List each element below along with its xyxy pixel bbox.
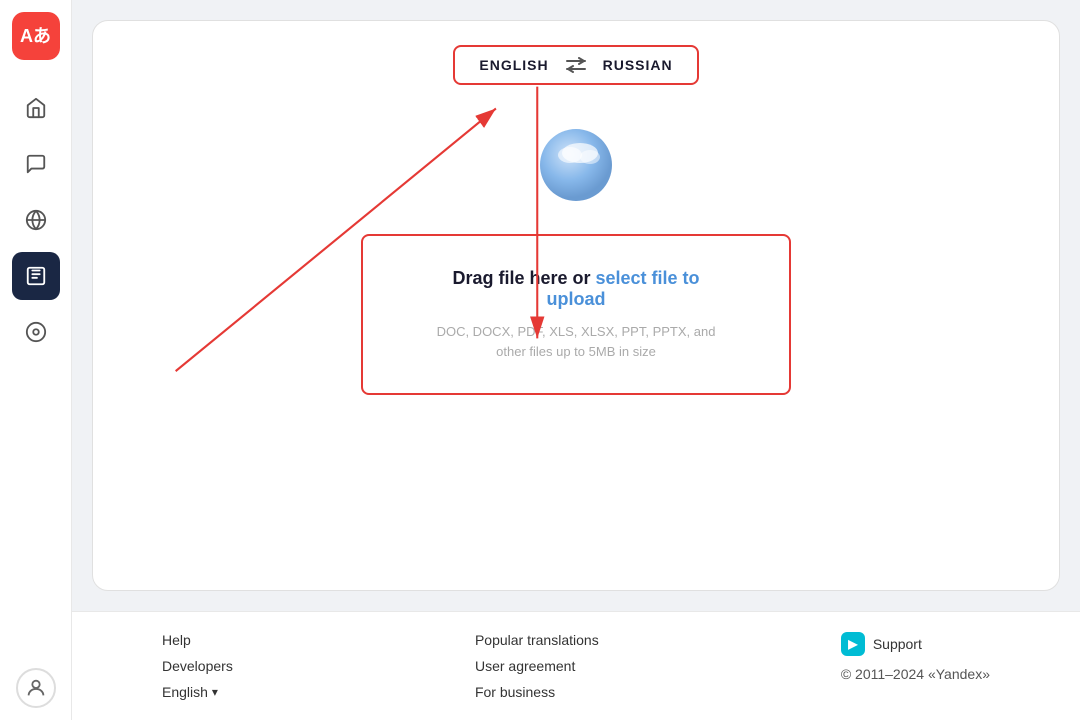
sidebar-bottom [16, 668, 56, 708]
footer-user-agreement-link[interactable]: User agreement [475, 658, 599, 674]
upload-subtitle: DOC, DOCX, PDF, XLS, XLSX, PPT, PPTX, an… [423, 322, 729, 361]
swap-languages-icon[interactable] [565, 57, 587, 73]
sidebar: Aあ [0, 0, 72, 720]
target-language-label: RUSSIAN [603, 57, 673, 73]
file-upload-zone[interactable]: Drag file here or select file to upload … [361, 234, 791, 395]
chat-icon [25, 153, 47, 175]
footer-language-selector[interactable]: English ▾ [162, 684, 233, 700]
footer-col-2: Popular translations User agreement For … [475, 632, 599, 700]
translator-card: ENGLISH RUSSIAN [92, 20, 1060, 591]
home-icon [25, 97, 47, 119]
logo-text: Aあ [20, 27, 51, 45]
sidebar-item-document[interactable] [12, 252, 60, 300]
support-icon: ▶ [841, 632, 865, 656]
main-content: ENGLISH RUSSIAN [72, 0, 1080, 611]
footer-col-3: ▶ Support © 2011–2024 «Yandex» [841, 632, 990, 700]
sidebar-item-chat[interactable] [12, 140, 60, 188]
footer: Help Developers English ▾ Popular transl… [72, 611, 1080, 720]
globe-illustration [536, 125, 616, 210]
footer-col-1: Help Developers English ▾ [162, 632, 233, 700]
language-selector-bar[interactable]: ENGLISH RUSSIAN [453, 45, 698, 85]
footer-copyright: © 2011–2024 «Yandex» [841, 666, 990, 682]
chevron-down-icon: ▾ [212, 685, 218, 699]
user-icon [25, 677, 47, 699]
target-icon [25, 321, 47, 343]
footer-popular-translations-link[interactable]: Popular translations [475, 632, 599, 648]
sidebar-item-target[interactable] [12, 308, 60, 356]
document-icon [25, 265, 47, 287]
app-logo[interactable]: Aあ [12, 12, 60, 60]
globe-icon [25, 209, 47, 231]
footer-for-business-link[interactable]: For business [475, 684, 599, 700]
source-language-label: ENGLISH [479, 57, 548, 73]
upload-main-text: Drag file here or select file to upload [423, 268, 729, 310]
footer-help-link[interactable]: Help [162, 632, 233, 648]
footer-support-link[interactable]: ▶ Support [841, 632, 990, 656]
sidebar-item-home[interactable] [12, 84, 60, 132]
sidebar-item-globe[interactable] [12, 196, 60, 244]
footer-developers-link[interactable]: Developers [162, 658, 233, 674]
user-avatar[interactable] [16, 668, 56, 708]
